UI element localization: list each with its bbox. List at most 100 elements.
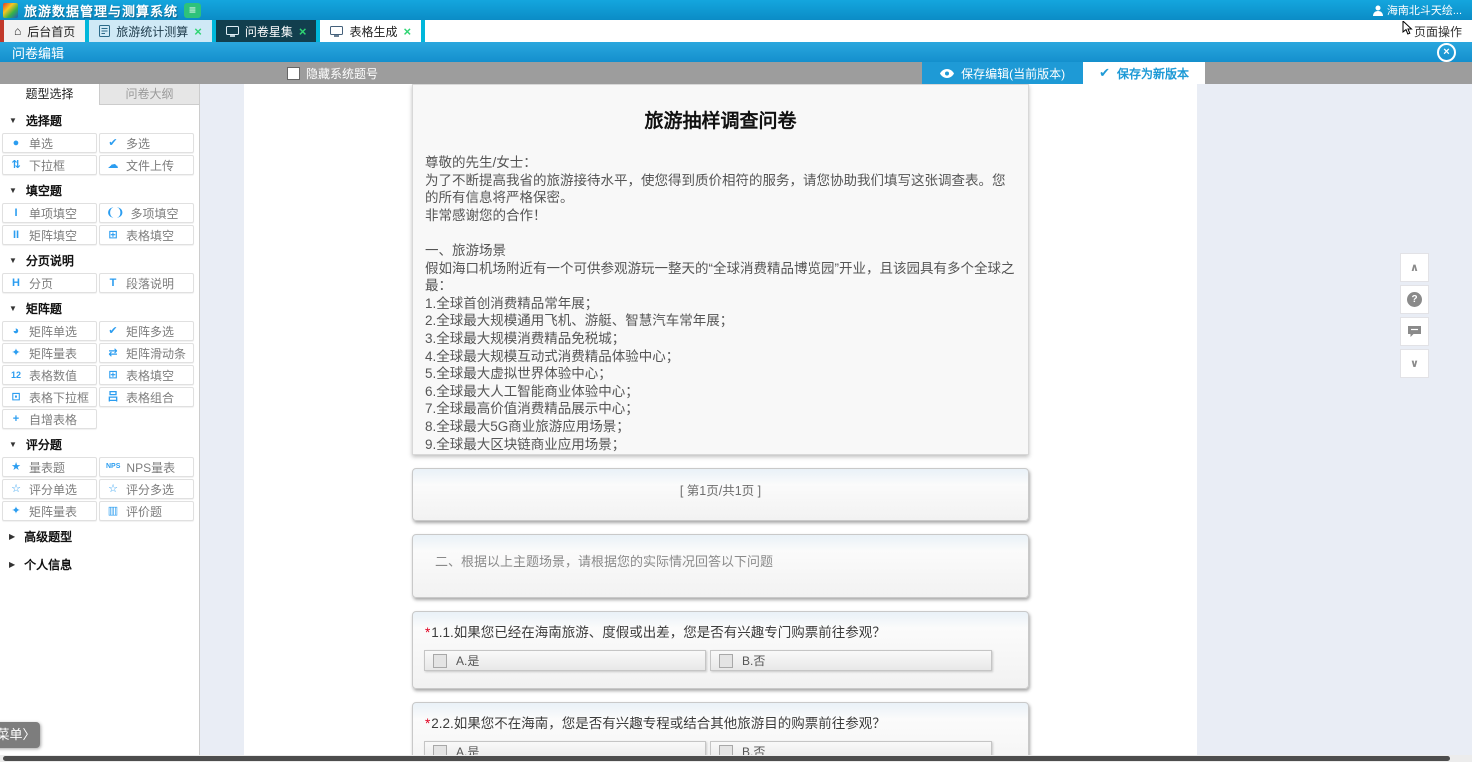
- qtype-page-break[interactable]: H分页: [2, 273, 97, 293]
- scrollbar-thumb[interactable]: [3, 756, 1450, 761]
- intro-line: [425, 224, 1016, 242]
- close-tab-icon[interactable]: ×: [404, 25, 412, 38]
- cloud-upload-icon: ☁: [106, 159, 120, 171]
- qtype-matrix-blank[interactable]: II矩阵填空: [2, 225, 97, 245]
- qtype-single-blank[interactable]: I单项填空: [2, 203, 97, 223]
- qtype-auto-table[interactable]: +自增表格: [2, 409, 97, 429]
- option-b[interactable]: B.否: [710, 741, 992, 755]
- side-menu-toggle[interactable]: 菜单〉: [0, 722, 40, 748]
- tab-table-generation[interactable]: 表格生成 ×: [320, 20, 421, 42]
- group-header-personal-info[interactable]: ▶ 个人信息: [0, 549, 199, 577]
- qtype-file-upload[interactable]: ☁文件上传: [99, 155, 194, 175]
- text-icon: T: [106, 277, 120, 289]
- number-icon: 12: [9, 369, 23, 381]
- qtype-matrix-multi[interactable]: ✔矩阵多选: [99, 321, 194, 341]
- question-text: *2.2.如果您不在海南，您是否有兴趣专程或结合其他旅游目的购票前往参观？: [425, 712, 1017, 732]
- group-label: 个人信息: [24, 556, 72, 573]
- qtype-table-combo[interactable]: 吕表格组合: [99, 387, 194, 407]
- group-header-blank[interactable]: ▼ 填空题: [0, 175, 199, 203]
- qtype-evaluation[interactable]: ▥评价题: [99, 501, 194, 521]
- sidebar-tab-question-types[interactable]: 题型选择: [0, 84, 100, 105]
- group-blank: ▼ 填空题 I单项填空 ❨❩多项填空 II矩阵填空 ⊞表格填空: [0, 175, 199, 245]
- scroll-down-button[interactable]: ∨: [1400, 349, 1429, 378]
- group-header-rating[interactable]: ▼ 评分题: [0, 429, 199, 457]
- option-checkbox[interactable]: [433, 654, 447, 668]
- help-button[interactable]: ?: [1400, 285, 1429, 314]
- intro-line: 1.全球首创消费精品常年展；: [425, 295, 1016, 313]
- main-content: 题型选择 问卷大纲 ▼ 选择题 ●单选 ✔多选 ⇅下拉框 ☁文件上传 ▼ 填空题…: [0, 84, 1472, 755]
- qtype-table-number[interactable]: 12表格数值: [2, 365, 97, 385]
- page-break-card[interactable]: [ 第1页/共1页 ]: [412, 468, 1029, 521]
- qtype-dropdown[interactable]: ⇅下拉框: [2, 155, 97, 175]
- question-card-2[interactable]: *2.2.如果您不在海南，您是否有兴趣专程或结合其他旅游目的购票前往参观？ A.…: [412, 702, 1029, 755]
- qtype-single-choice[interactable]: ●单选: [2, 133, 97, 153]
- caret-down-icon: ▼: [9, 256, 17, 265]
- qtype-multi-choice[interactable]: ✔多选: [99, 133, 194, 153]
- group-header-choice[interactable]: ▼ 选择题: [0, 105, 199, 133]
- option-a[interactable]: A.是: [424, 650, 706, 671]
- tab-tourism-statistics[interactable]: 旅游统计测算 ×: [89, 20, 212, 42]
- tab-backend-home[interactable]: ⌂ 后台首页: [4, 20, 85, 42]
- qtype-matrix-single[interactable]: ◕矩阵单选: [2, 321, 97, 341]
- group-header-advanced[interactable]: ▶ 高级题型: [0, 521, 199, 549]
- qtype-matrix-scale[interactable]: ✦矩阵量表: [2, 343, 97, 363]
- close-tab-icon[interactable]: ×: [299, 25, 307, 38]
- option-label: A.是: [456, 743, 479, 755]
- scroll-up-button[interactable]: ∧: [1400, 253, 1429, 282]
- group-header-matrix[interactable]: ▼ 矩阵题: [0, 293, 199, 321]
- page-actions-label: 页面操作: [1414, 23, 1462, 40]
- close-tab-icon[interactable]: ×: [194, 25, 202, 38]
- qtype-score-multi[interactable]: ☆评分多选: [99, 479, 194, 499]
- group-header-paging[interactable]: ▼ 分页说明: [0, 245, 199, 273]
- qtype-matrix-slider[interactable]: ⇄矩阵滑动条: [99, 343, 194, 363]
- combo-icon: 吕: [106, 391, 120, 403]
- slider-icon: ⇄: [106, 347, 120, 359]
- option-checkbox[interactable]: [719, 654, 733, 668]
- qtype-nps[interactable]: NPSNPS量表: [99, 457, 194, 477]
- hide-sysnum-control[interactable]: 隐藏系统题号: [287, 65, 378, 82]
- qtype-table-blank-2[interactable]: ⊞表格填空: [99, 365, 194, 385]
- check-icon: ✔: [1099, 65, 1110, 81]
- save-current-version-button[interactable]: 保存编辑(当前版本): [922, 62, 1083, 84]
- qtype-paragraph[interactable]: T段落说明: [99, 273, 194, 293]
- save-new-version-button[interactable]: ✔ 保存为新版本: [1083, 62, 1205, 84]
- monitor-icon: [226, 26, 239, 37]
- qtype-matrix-scale-2[interactable]: ✦矩阵量表: [2, 501, 97, 521]
- qtype-table-blank[interactable]: ⊞表格填空: [99, 225, 194, 245]
- table-dropdown-icon: ⊡: [9, 391, 23, 403]
- user-icon: [1373, 5, 1383, 16]
- user-name: 海南北斗天绘...: [1387, 2, 1462, 18]
- option-checkbox[interactable]: [433, 745, 447, 756]
- hamburger-menu-icon[interactable]: ≡: [184, 3, 201, 18]
- input-icon: I: [9, 207, 23, 219]
- page-actions-button[interactable]: 页面操作: [1408, 20, 1468, 42]
- option-checkbox[interactable]: [719, 745, 733, 756]
- section-heading-card[interactable]: 二、根据以上主题场景，请根据您的实际情况回答以下问题: [412, 534, 1029, 598]
- hide-sysnum-checkbox[interactable]: [287, 67, 300, 80]
- pie-icon: ◕: [9, 325, 23, 337]
- horizontal-scrollbar[interactable]: [0, 755, 1472, 762]
- comment-button[interactable]: [1400, 317, 1429, 346]
- page-icon: H: [9, 277, 23, 289]
- survey-intro-card[interactable]: 旅游抽样调查问卷 尊敬的先生/女士： 为了不断提高我省的旅游接待水平，使您得到质…: [412, 84, 1029, 455]
- group-label: 分页说明: [26, 252, 74, 269]
- option-b[interactable]: B.否: [710, 650, 992, 671]
- user-menu[interactable]: 海南北斗天绘...: [1373, 2, 1472, 18]
- intro-line: 一、旅游场景: [425, 242, 1016, 260]
- question-card-1[interactable]: *1.1.如果您已经在海南旅游、度假或出差，您是否有兴趣专门购票前往参观？ A.…: [412, 611, 1029, 689]
- sidebar-tab-outline[interactable]: 问卷大纲: [100, 84, 199, 105]
- group-label: 评分题: [26, 436, 62, 453]
- close-page-icon[interactable]: ×: [1437, 43, 1456, 62]
- group-matrix: ▼ 矩阵题 ◕矩阵单选 ✔矩阵多选 ✦矩阵量表 ⇄矩阵滑动条 12表格数值 ⊞表…: [0, 293, 199, 429]
- section-heading: 二、根据以上主题场景，请根据您的实际情况回答以下问题: [435, 554, 773, 569]
- intro-line: 6.全球最大人工智能商业体验中心；: [425, 383, 1016, 401]
- qtype-score-single[interactable]: ☆评分单选: [2, 479, 97, 499]
- qtype-scale[interactable]: ★量表题: [2, 457, 97, 477]
- chevron-down-icon: ∨: [1410, 357, 1419, 370]
- tab-questionnaire-star[interactable]: 问卷星集 ×: [216, 20, 317, 42]
- question-mark-icon: ?: [1407, 292, 1422, 307]
- qtype-multi-blank[interactable]: ❨❩多项填空: [99, 203, 194, 223]
- option-a[interactable]: A.是: [424, 741, 706, 755]
- qtype-table-dropdown[interactable]: ⊡表格下拉框: [2, 387, 97, 407]
- page-header: 问卷编辑 ×: [0, 42, 1472, 62]
